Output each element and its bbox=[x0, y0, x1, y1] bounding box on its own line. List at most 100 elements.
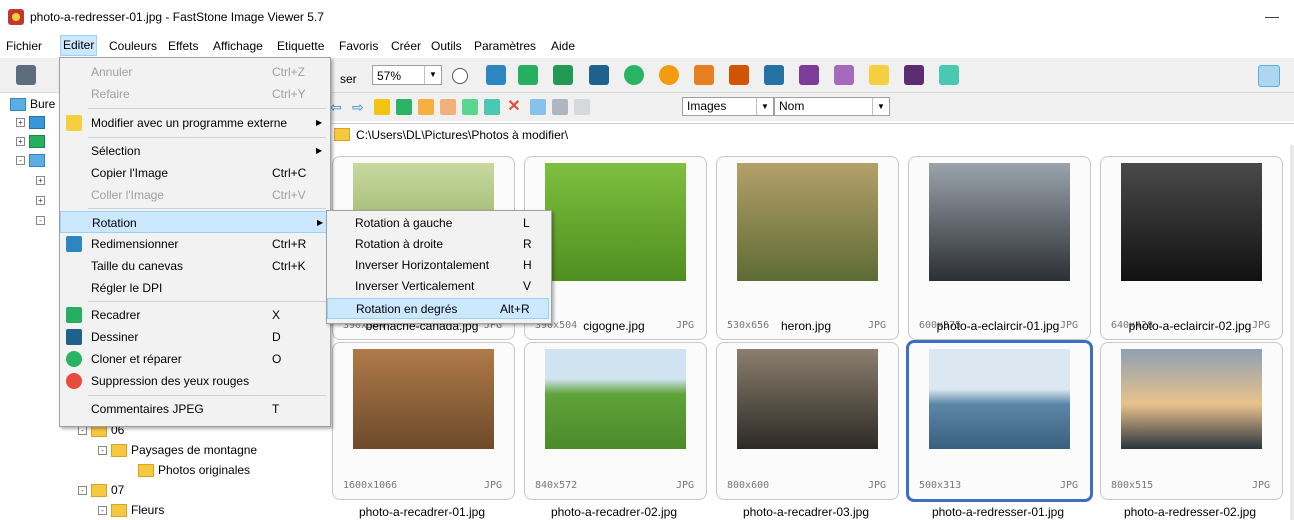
chevron-down-icon[interactable]: ▼ bbox=[424, 66, 441, 84]
thumbnail-card-selected[interactable]: 500x313 JPG bbox=[906, 340, 1093, 502]
menu-item-recadrer[interactable]: Recadrer X bbox=[60, 304, 328, 326]
rotate-left-icon[interactable] bbox=[694, 65, 714, 85]
menu-item-inverser-h[interactable]: Inverser Horizontalement H bbox=[327, 255, 549, 276]
draw-icon[interactable] bbox=[589, 65, 609, 85]
menu-item-rotation-droite[interactable]: Rotation à droite R bbox=[327, 234, 549, 255]
collapse-icon[interactable]: - bbox=[16, 156, 25, 166]
crop-green-icon[interactable] bbox=[553, 65, 573, 85]
expand-icon[interactable]: + bbox=[36, 176, 45, 186]
tree-item[interactable]: Paysages de montagne bbox=[131, 443, 257, 457]
clone-icon[interactable] bbox=[624, 65, 644, 85]
slideshow-icon[interactable] bbox=[799, 65, 819, 85]
detail-view-icon[interactable] bbox=[574, 99, 590, 115]
delete-icon[interactable]: ✕ bbox=[506, 99, 522, 115]
menu-effets[interactable]: Effets bbox=[166, 36, 200, 56]
compare-icon[interactable] bbox=[764, 65, 784, 85]
thumbnail-card[interactable]: 530x656 JPG bbox=[716, 156, 899, 340]
menu-creer[interactable]: Créer bbox=[389, 36, 423, 56]
chevron-down-icon[interactable]: ▼ bbox=[756, 98, 773, 115]
thumbnail-filename[interactable]: photo-a-recadrer-01.jpg bbox=[327, 505, 517, 519]
menu-item-coller[interactable]: Coller l'Image Ctrl+V bbox=[60, 184, 328, 206]
favorites-icon[interactable] bbox=[440, 99, 456, 115]
menu-couleurs[interactable]: Couleurs bbox=[107, 36, 159, 56]
collapse-icon[interactable]: - bbox=[78, 486, 87, 496]
crop-icon[interactable] bbox=[518, 65, 538, 85]
menu-item-inverser-v[interactable]: Inverser Verticalement V bbox=[327, 276, 549, 297]
menu-outils[interactable]: Outils bbox=[429, 36, 464, 56]
rotate-right-icon[interactable] bbox=[729, 65, 749, 85]
thumbnail-filename[interactable]: photo-a-eclaircir-02.jpg bbox=[1095, 319, 1285, 333]
copy-icon[interactable] bbox=[462, 99, 478, 115]
zoom-select[interactable]: 57% ▼ bbox=[372, 65, 442, 85]
sort-select[interactable]: Nom ▼ bbox=[774, 97, 890, 116]
tree-item[interactable]: Fleurs bbox=[131, 503, 164, 517]
thumbnail-filename[interactable]: heron.jpg bbox=[711, 319, 901, 333]
menu-item-yeux-rouges[interactable]: Suppression des yeux rouges bbox=[60, 370, 328, 392]
tree-item[interactable]: Photos originales bbox=[158, 463, 250, 477]
resize-icon[interactable] bbox=[486, 65, 506, 85]
circle-select-icon[interactable] bbox=[452, 68, 468, 84]
back-icon[interactable]: ⇦ bbox=[330, 99, 346, 115]
menu-item-programme-externe[interactable]: Modifier avec un programme externe ▶ bbox=[60, 112, 328, 134]
menu-item-refaire[interactable]: Refaire Ctrl+Y bbox=[60, 83, 328, 105]
tree-item[interactable]: 07 bbox=[111, 483, 124, 497]
thumbnail-view-icon[interactable] bbox=[530, 99, 546, 115]
path-text[interactable]: C:\Users\DL\Pictures\Photos à modifier\ bbox=[356, 128, 568, 142]
forward-icon[interactable]: ⇨ bbox=[352, 99, 368, 115]
filter-select[interactable]: Images ▼ bbox=[682, 97, 774, 116]
collapse-icon[interactable]: - bbox=[98, 506, 107, 516]
thumbnail-card[interactable]: 800x515 JPG bbox=[1100, 342, 1283, 500]
thumbnail-card[interactable]: 1600x1066 JPG bbox=[332, 342, 515, 500]
list-view-icon[interactable] bbox=[552, 99, 568, 115]
menu-item-redimensionner[interactable]: Redimensionner Ctrl+R bbox=[60, 233, 328, 255]
menu-aide[interactable]: Aide bbox=[549, 36, 577, 56]
menu-fichier[interactable]: Fichier bbox=[4, 36, 44, 56]
minimize-button[interactable]: — bbox=[1258, 4, 1286, 28]
menu-favoris[interactable]: Favoris bbox=[337, 36, 380, 56]
menu-etiquette[interactable]: Etiquette bbox=[275, 36, 326, 56]
new-folder-icon[interactable] bbox=[418, 99, 434, 115]
menu-item-copier[interactable]: Copier l'Image Ctrl+C bbox=[60, 162, 328, 184]
menu-item-selection[interactable]: Sélection ▶ bbox=[60, 140, 328, 162]
menu-affichage[interactable]: Affichage bbox=[211, 36, 265, 56]
thumbnail-card[interactable]: 800x600 JPG bbox=[716, 342, 899, 500]
menu-item-commentaires[interactable]: Commentaires JPEG T bbox=[60, 398, 328, 420]
menu-item-taille-canevas[interactable]: Taille du canevas Ctrl+K bbox=[60, 255, 328, 277]
menu-item-dessiner[interactable]: Dessiner D bbox=[60, 326, 328, 348]
thumbnail-card[interactable]: 600x375 JPG bbox=[908, 156, 1091, 340]
collapse-icon[interactable]: - bbox=[36, 216, 45, 226]
folder-up-icon[interactable] bbox=[374, 99, 390, 115]
thumbnail-filename[interactable]: photo-a-eclaircir-01.jpg bbox=[903, 319, 1093, 333]
thumbnail-filename[interactable]: photo-a-redresser-02.jpg bbox=[1095, 505, 1285, 519]
print-preview-icon[interactable] bbox=[834, 65, 854, 85]
camera-icon[interactable] bbox=[16, 65, 36, 85]
thumbnail-filename[interactable]: photo-a-recadrer-02.jpg bbox=[519, 505, 709, 519]
move-icon[interactable] bbox=[484, 99, 500, 115]
chevron-down-icon[interactable]: ▼ bbox=[872, 98, 889, 115]
menu-parametres[interactable]: Paramètres bbox=[472, 36, 538, 56]
email-icon[interactable] bbox=[869, 65, 889, 85]
menu-item-cloner[interactable]: Cloner et réparer O bbox=[60, 348, 328, 370]
expand-icon[interactable]: + bbox=[16, 137, 25, 147]
sun-icon[interactable] bbox=[659, 65, 679, 85]
expand-icon[interactable]: + bbox=[16, 118, 25, 128]
tree-root-label[interactable]: Bure bbox=[30, 97, 55, 111]
menu-item-regler-dpi[interactable]: Régler le DPI bbox=[60, 277, 328, 299]
menu-item-rotation[interactable]: Rotation ▶ bbox=[60, 211, 328, 233]
scrollbar[interactable] bbox=[1290, 145, 1294, 520]
refresh-icon[interactable] bbox=[396, 99, 412, 115]
thumbnail-card[interactable]: 840x572 JPG bbox=[524, 342, 707, 500]
thumbnail-card[interactable]: 640x428 JPG bbox=[1100, 156, 1283, 340]
collapse-icon[interactable]: - bbox=[78, 426, 87, 436]
menu-item-annuler[interactable]: Annuler Ctrl+Z bbox=[60, 61, 328, 83]
menu-item-rotation-degres[interactable]: Rotation en degrés Alt+R bbox=[327, 298, 549, 319]
thumbnail-filename[interactable]: photo-a-recadrer-03.jpg bbox=[711, 505, 901, 519]
settings-icon[interactable] bbox=[939, 65, 959, 85]
collapse-icon[interactable]: - bbox=[98, 446, 107, 456]
thumbnail-filename[interactable]: photo-a-redresser-01.jpg bbox=[903, 505, 1093, 519]
expand-icon[interactable]: + bbox=[36, 196, 45, 206]
layout-icon[interactable] bbox=[1258, 65, 1280, 87]
print-icon[interactable] bbox=[904, 65, 924, 85]
menu-item-rotation-gauche[interactable]: Rotation à gauche L bbox=[327, 213, 549, 234]
menu-editer[interactable]: Editer bbox=[60, 35, 98, 56]
